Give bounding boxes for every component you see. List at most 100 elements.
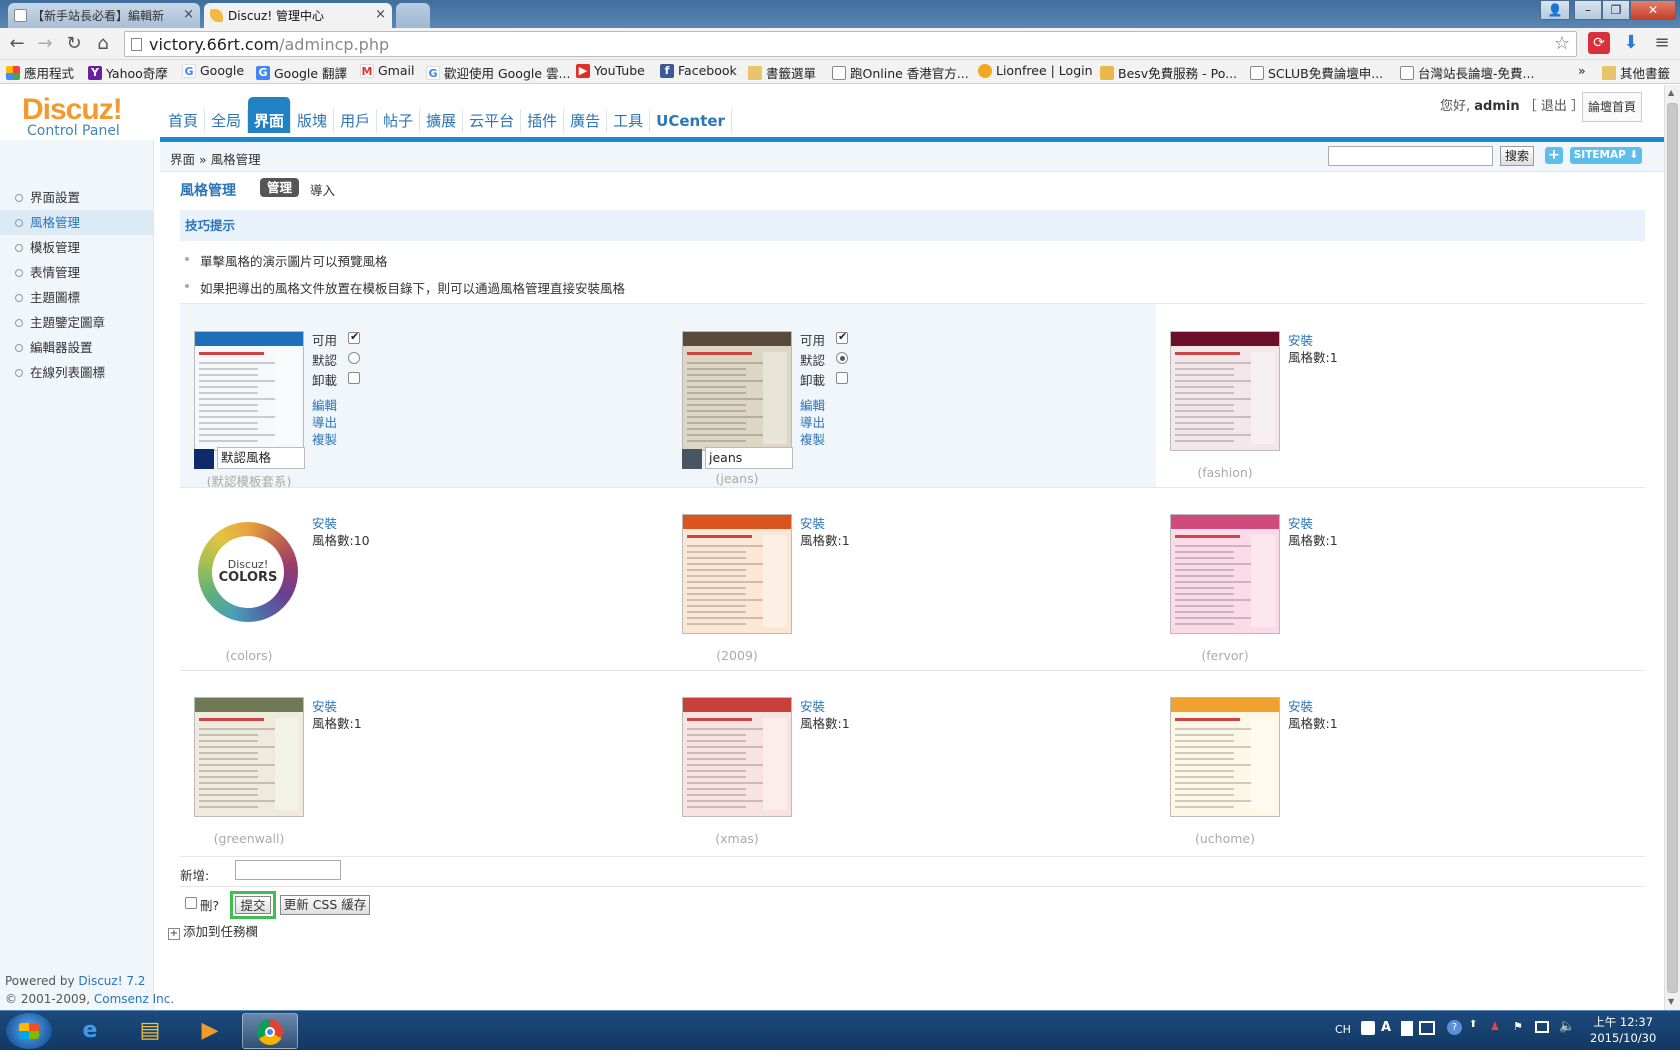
style-thumbnail[interactable] xyxy=(194,697,304,817)
nav-posts[interactable]: 帖子 xyxy=(377,109,421,133)
nav-forums[interactable]: 版塊 xyxy=(291,109,335,133)
forum-home-button[interactable]: 論壇首頁 xyxy=(1582,92,1642,122)
bookmark-run-online[interactable]: 跑Online 香港官方... xyxy=(832,63,969,82)
tab-import[interactable]: 導入 xyxy=(310,180,335,199)
user-profile-icon[interactable]: 👤 xyxy=(1540,0,1570,20)
style-thumbnail[interactable] xyxy=(682,331,792,451)
sidebar-item-template-management[interactable]: 模板管理 xyxy=(0,235,154,260)
tab-discuz-admin[interactable]: Discuz! 管理中心 × xyxy=(204,3,392,28)
uninstall-checkbox[interactable] xyxy=(348,372,360,384)
add-style-input[interactable] xyxy=(235,860,341,880)
bookmark-apps[interactable]: 應用程式 xyxy=(6,63,74,82)
ime-icon[interactable] xyxy=(1361,1021,1375,1035)
sidebar-item-editor-settings[interactable]: 編輯器設置 xyxy=(0,335,154,360)
bookmark-besv[interactable]: Besv免費服務 - Po... xyxy=(1100,63,1237,82)
sidebar-item-topic-icons[interactable]: 主題圖標 xyxy=(0,285,154,310)
font-icon[interactable]: A xyxy=(1381,1020,1391,1035)
network-icon[interactable] xyxy=(1535,1021,1549,1033)
style-thumbnail[interactable] xyxy=(194,331,304,451)
nav-global[interactable]: 全局 xyxy=(205,109,249,133)
install-link[interactable]: 安裝 xyxy=(800,515,850,532)
internet-explorer-icon[interactable]: e xyxy=(62,1013,118,1049)
color-swatch[interactable] xyxy=(682,449,702,469)
page-scrollbar[interactable]: ▲ ▼ xyxy=(1664,85,1680,1010)
tab-manage[interactable]: 管理 xyxy=(260,178,300,197)
window-close-icon[interactable]: ✕ xyxy=(1630,0,1676,20)
keyboard-icon[interactable] xyxy=(1401,1021,1413,1036)
sidebar-item-smiley-management[interactable]: 表情管理 xyxy=(0,260,154,285)
extension-icon[interactable]: ⟳ xyxy=(1588,32,1610,54)
nav-ads[interactable]: 廣告 xyxy=(564,109,608,133)
scroll-up-icon[interactable]: ▲ xyxy=(1668,88,1674,97)
edit-link[interactable]: 編輯 xyxy=(800,397,825,414)
forward-icon[interactable]: → xyxy=(33,32,57,56)
media-player-icon[interactable]: ▶ xyxy=(182,1013,238,1049)
sitemap-button[interactable]: SITEMAP ⬇ xyxy=(1570,147,1642,164)
available-checkbox[interactable] xyxy=(348,330,360,344)
close-icon[interactable]: × xyxy=(183,7,194,22)
nav-tools[interactable]: 工具 xyxy=(607,109,651,133)
install-link[interactable]: 安裝 xyxy=(1288,332,1338,349)
download-icon[interactable]: ⬇ xyxy=(1620,32,1642,54)
scroll-down-icon[interactable]: ▼ xyxy=(1668,997,1674,1006)
tray-expand-icon[interactable]: ⬆ xyxy=(1469,1019,1477,1030)
restore-icon[interactable]: ❐ xyxy=(1602,0,1630,20)
scrollbar-thumb[interactable] xyxy=(1667,103,1678,993)
search-input[interactable] xyxy=(1328,146,1493,166)
delete-checkbox[interactable] xyxy=(185,897,197,909)
screen-icon[interactable] xyxy=(1419,1021,1435,1035)
style-thumbnail[interactable] xyxy=(1170,514,1280,634)
install-link[interactable]: 安裝 xyxy=(1288,698,1338,715)
back-icon[interactable]: ← xyxy=(5,32,29,56)
colors-wheel-thumbnail[interactable]: Discuz! COLORS xyxy=(198,522,298,622)
nav-ucenter[interactable]: UCenter xyxy=(650,109,732,133)
install-link[interactable]: 安裝 xyxy=(1288,515,1338,532)
bookmark-star-icon[interactable]: ☆ xyxy=(1554,33,1570,54)
bookmark-google-cloud[interactable]: G 歡迎使用 Google 雲... xyxy=(426,63,570,82)
nav-home[interactable]: 首頁 xyxy=(162,109,206,133)
bookmark-yahoo[interactable]: Y Yahoo奇摩 xyxy=(88,63,168,82)
copy-link[interactable]: 複製 xyxy=(800,431,825,448)
add-shortcut-button[interactable]: + xyxy=(1545,147,1563,164)
minimize-icon[interactable]: – xyxy=(1574,0,1602,20)
flag-icon[interactable]: ⚑ xyxy=(1513,1020,1523,1033)
style-thumbnail[interactable] xyxy=(1170,697,1280,817)
default-radio[interactable] xyxy=(348,352,360,364)
default-radio[interactable] xyxy=(836,352,848,364)
style-thumbnail[interactable] xyxy=(682,697,792,817)
bookmark-sclub[interactable]: SCLUB免費論壇申... xyxy=(1250,63,1383,82)
export-link[interactable]: 導出 xyxy=(800,414,825,431)
style-name-input[interactable]: 默認風格 xyxy=(217,447,305,469)
clock[interactable]: 上午 12:37 2015/10/30 xyxy=(1590,1014,1656,1046)
bookmark-folder-menu[interactable]: 書籤選單 xyxy=(748,63,816,82)
sidebar-item-online-list-icons[interactable]: 在線列表圖標 xyxy=(0,360,154,385)
uninstall-checkbox[interactable] xyxy=(836,372,848,384)
nav-cloud[interactable]: 云平台 xyxy=(463,109,522,133)
volume-icon[interactable]: 🔈 xyxy=(1559,1019,1575,1034)
bookmark-lionfree[interactable]: Lionfree | Login xyxy=(978,63,1093,78)
style-thumbnail[interactable] xyxy=(682,514,792,634)
color-swatch[interactable] xyxy=(194,449,214,469)
comsenz-link[interactable]: Comsenz Inc. xyxy=(94,992,174,1006)
file-explorer-icon[interactable]: ▤ xyxy=(122,1013,178,1049)
nav-plugins[interactable]: 插件 xyxy=(521,109,565,133)
new-tab-button[interactable] xyxy=(396,3,430,28)
nav-users[interactable]: 用戶 xyxy=(334,109,378,133)
bookmark-gmail[interactable]: M Gmail xyxy=(360,63,414,78)
install-link[interactable]: 安裝 xyxy=(800,698,850,715)
address-bar[interactable]: victory.66rt.com/admincp.php ☆ xyxy=(124,31,1577,57)
export-link[interactable]: 導出 xyxy=(312,414,337,431)
close-icon[interactable]: × xyxy=(375,7,386,22)
bookmark-other-folder[interactable]: 其他書籤 xyxy=(1602,63,1670,82)
search-button[interactable]: 搜索 xyxy=(1500,146,1534,166)
start-button[interactable] xyxy=(6,1013,52,1049)
bookmarks-overflow-chevron[interactable]: » xyxy=(1578,63,1586,78)
logout-link[interactable]: ［ 退出 ］ xyxy=(1524,99,1584,114)
bookmark-google[interactable]: G Google xyxy=(182,63,244,78)
discuz-link[interactable]: Discuz! 7.2 xyxy=(78,974,145,988)
language-indicator[interactable]: CH xyxy=(1335,1023,1351,1036)
reload-icon[interactable]: ↻ xyxy=(62,32,86,56)
sidebar-item-topic-stamps[interactable]: 主題鑒定圖章 xyxy=(0,310,154,335)
tab-newbie-guide[interactable]: 【新手站長必看】編輯新 × xyxy=(8,3,200,28)
available-checkbox[interactable] xyxy=(836,330,848,344)
